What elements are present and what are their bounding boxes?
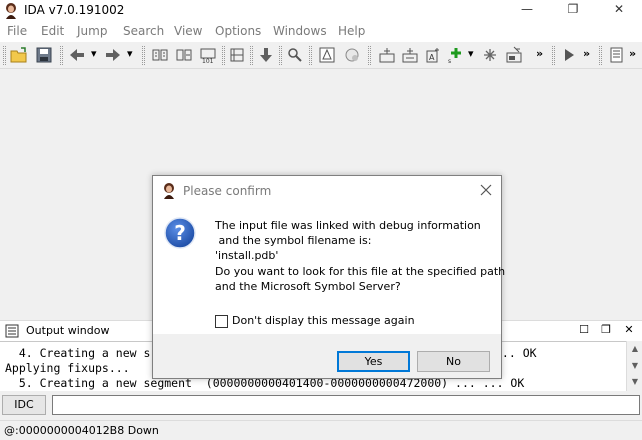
output-window-icon	[5, 324, 19, 338]
toolbar-grip[interactable]	[552, 46, 555, 65]
toolbar-grip[interactable]	[142, 46, 145, 65]
menu-view[interactable]: View	[174, 24, 202, 38]
chevron-down-icon[interactable]: ▾	[468, 47, 474, 60]
title-bar: IDA v7.0.191002 — ❐ ✕	[0, 0, 642, 21]
command-input[interactable]	[52, 395, 640, 415]
yes-button[interactable]: Yes	[337, 351, 410, 372]
main-toolbar: ▾ ▾ 101 A s ▾ » » »	[0, 42, 642, 69]
message-line: The input file was linked with debug inf…	[215, 219, 481, 232]
forward-icon[interactable]	[104, 46, 122, 64]
toolbar-grip[interactable]	[60, 46, 63, 65]
segment-icon[interactable]	[505, 46, 523, 64]
menu-edit[interactable]: Edit	[41, 24, 64, 38]
dialog-footer: Yes No	[153, 334, 501, 378]
menu-search[interactable]: Search	[123, 24, 164, 38]
menu-options[interactable]: Options	[215, 24, 261, 38]
toolbar-overflow-icon[interactable]: »	[629, 47, 636, 60]
add-icon[interactable]: s	[447, 46, 465, 64]
toolbar-grip[interactable]	[3, 46, 6, 65]
dialog-message: The input file was linked with debug inf…	[215, 218, 506, 294]
cross-ref-icon[interactable]	[481, 46, 499, 64]
patch-icon[interactable]	[401, 46, 419, 64]
maximize-pane-icon[interactable]: ☐	[576, 322, 592, 338]
close-pane-icon[interactable]: ✕	[621, 322, 637, 338]
back-icon[interactable]	[68, 46, 86, 64]
output-scrollbar[interactable]: ▲ ▼ ▼	[626, 341, 642, 391]
string-icon[interactable]: A	[424, 46, 442, 64]
dialog-title: Please confirm	[183, 184, 272, 198]
dialog-title-bar[interactable]: Please confirm	[153, 176, 501, 204]
menu-bar: File Edit Jump Search View Options Windo…	[0, 21, 642, 42]
toolbar-overflow-icon[interactable]: »	[536, 47, 543, 60]
open-icon[interactable]	[10, 46, 28, 64]
scroll-down-icon[interactable]: ▼	[630, 361, 640, 371]
message-line: and the Microsoft Symbol Server?	[215, 279, 401, 293]
scroll-up-icon[interactable]: ▲	[630, 344, 640, 354]
question-icon: ?	[164, 217, 196, 249]
output-line: 4. Creating a new s	[5, 346, 151, 360]
graph-icon[interactable]	[318, 46, 336, 64]
dont-show-again-label[interactable]: Don't display this message again	[232, 314, 415, 327]
message-line: 'install.pdb'	[215, 249, 279, 263]
dialog-close-icon[interactable]	[477, 181, 495, 199]
down-arrow-icon[interactable]	[257, 46, 275, 64]
svg-text:?: ?	[174, 221, 186, 245]
message-line: Do you want to look for this file at the…	[215, 264, 506, 278]
toolbar-grip[interactable]	[250, 46, 253, 65]
binary-icon[interactable]: 101	[199, 46, 217, 64]
toolbar-grip[interactable]	[599, 46, 602, 65]
search-icon[interactable]	[286, 46, 304, 64]
debug-icon[interactable]	[378, 46, 396, 64]
toolbar-overflow-icon[interactable]: »	[583, 47, 590, 60]
dont-show-again-checkbox[interactable]	[215, 315, 228, 328]
close-button[interactable]: ✕	[596, 0, 642, 20]
status-bar: @:0000000004012B8 Down	[0, 420, 642, 440]
command-bar: IDC	[0, 392, 642, 418]
code-icon[interactable]	[151, 46, 169, 64]
proximity-icon[interactable]	[343, 46, 361, 64]
ida-logo-icon	[164, 183, 174, 199]
maximize-button[interactable]: ❐	[550, 0, 596, 20]
output-line: Applying fixups...	[5, 361, 130, 375]
status-text: @:0000000004012B8 Down	[4, 424, 159, 437]
window-title: IDA v7.0.191002	[24, 3, 125, 17]
save-icon[interactable]	[35, 46, 53, 64]
menu-jump[interactable]: Jump	[77, 24, 107, 38]
toolbar-grip[interactable]	[222, 46, 225, 65]
toolbar-grip[interactable]	[309, 46, 312, 65]
chevron-down-icon[interactable]: ▾	[91, 47, 97, 60]
toolbar-grip[interactable]	[279, 46, 282, 65]
svg-text:101: 101	[202, 58, 214, 64]
menu-help[interactable]: Help	[338, 24, 365, 38]
options-icon[interactable]	[608, 46, 626, 64]
chevron-down-icon[interactable]: ▾	[127, 47, 133, 60]
svg-text:A: A	[429, 53, 435, 62]
menu-windows[interactable]: Windows	[273, 24, 327, 38]
ida-main-window: IDA v7.0.191002 — ❐ ✕ File Edit Jump Sea…	[0, 0, 642, 440]
minimize-button[interactable]: —	[504, 0, 550, 20]
toolbar-grip[interactable]	[368, 46, 371, 65]
message-line: and the symbol filename is:	[215, 234, 372, 248]
output-window-title: Output window	[26, 324, 110, 337]
confirm-dialog: Please confirm ? The input file was link…	[152, 175, 506, 379]
run-icon[interactable]	[560, 46, 578, 64]
svg-text:s: s	[448, 58, 451, 64]
restore-pane-icon[interactable]: ❐	[598, 322, 614, 338]
idc-language-button[interactable]: IDC	[2, 395, 46, 415]
menu-file[interactable]: File	[7, 24, 27, 38]
no-button[interactable]: No	[417, 351, 490, 372]
struct-icon[interactable]	[228, 46, 246, 64]
scroll-down-icon[interactable]: ▼	[630, 377, 640, 387]
data-icon[interactable]	[175, 46, 193, 64]
ida-logo-icon	[6, 3, 16, 19]
dialog-body: ? The input file was linked with debug i…	[153, 204, 506, 334]
